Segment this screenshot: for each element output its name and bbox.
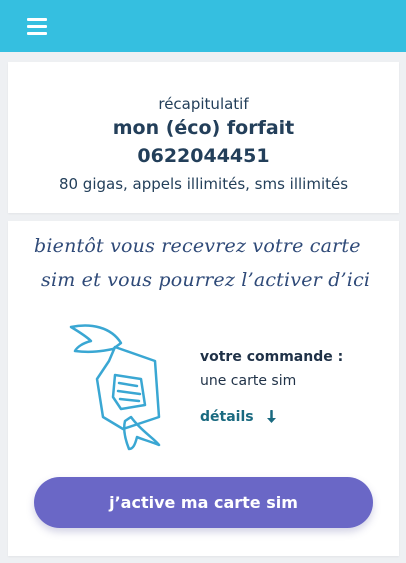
phone-number: 0622044451	[137, 145, 270, 167]
summary-label: récapitulatif	[158, 95, 249, 113]
plan-details: 80 gigas, appels illimités, sms illimité…	[58, 175, 349, 193]
plan-title: mon (éco) forfait	[112, 117, 295, 139]
flying-sim-card-icon	[69, 324, 161, 451]
arrow-down-icon	[266, 410, 276, 423]
order-label: votre commande :	[200, 349, 344, 365]
order-card: bientôt vous recevrez votre carte sim et…	[8, 221, 399, 556]
details-link-label: détails	[200, 409, 254, 425]
hamburger-menu-button[interactable]	[27, 17, 49, 35]
message-line-2: sim et vous pourrez l’activer d’ici	[41, 269, 371, 291]
plan-summary-card: récapitulatif mon (éco) forfait 06220444…	[8, 62, 399, 213]
activate-sim-button[interactable]: j’active ma carte sim	[34, 477, 373, 528]
details-link[interactable]: détails	[200, 409, 277, 425]
message-line-1: bientôt vous recevrez votre carte	[34, 235, 361, 257]
order-value: une carte sim	[200, 373, 297, 389]
hamburger-icon	[27, 18, 47, 21]
top-bar	[0, 0, 406, 52]
